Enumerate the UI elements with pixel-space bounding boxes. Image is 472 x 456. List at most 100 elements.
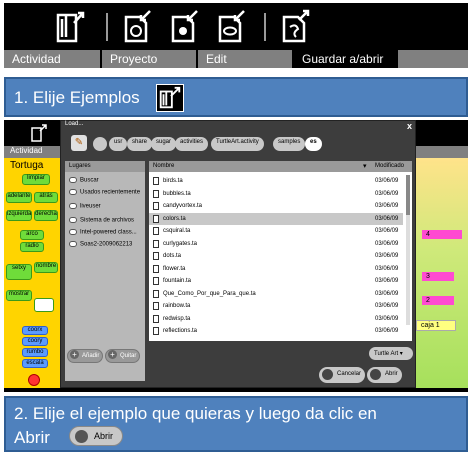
column-name[interactable]: Nombre (153, 163, 174, 169)
path-button-samples[interactable]: samples (273, 137, 306, 151)
place-soas2[interactable]: Soas2-2009062213 (69, 241, 132, 248)
path-button-sugar[interactable]: sugar (151, 137, 177, 151)
canvas-block-caja1[interactable]: caja 1 (416, 320, 456, 331)
tab-guardar-abrir[interactable]: Guardar a/abrir de (294, 50, 398, 80)
activity-toolbar: Actividad Proyecto Edit Guardar a/abrir … (4, 3, 468, 80)
file-name: reflections.ta (163, 328, 198, 334)
path-button-es[interactable]: es (305, 137, 322, 151)
tab-edit[interactable]: Edit (198, 50, 294, 68)
path-bar: ✎ usr share sugar activities TurtleArt.a… (65, 134, 409, 154)
block-setxy[interactable]: setxy (6, 264, 32, 280)
import-icon[interactable] (122, 9, 152, 43)
open-icon (370, 369, 381, 380)
edit-path-icon[interactable]: ✎ (71, 135, 87, 151)
turtle-palette: Tortuga limpiar adelante atrás izquierda… (4, 158, 60, 388)
cancel-button[interactable]: Cancelar (319, 367, 366, 383)
canvas-block-4[interactable]: 4 (422, 230, 462, 239)
place-recent[interactable]: Usados recientemente (69, 189, 140, 196)
file-row[interactable]: candyvortex.ta 03/06/09 (149, 200, 403, 212)
path-button-turtleart[interactable]: TurtleArt.activity (211, 137, 264, 151)
file-date: 03/06/09 (375, 278, 399, 284)
file-row[interactable]: colors.ta 03/06/09 (149, 212, 403, 225)
file-list-scrollbar[interactable] (406, 175, 410, 325)
mini-tab-actividad[interactable]: Actividad (10, 146, 42, 155)
block-radio[interactable]: radio (20, 242, 44, 252)
open-button[interactable]: Abrir (367, 367, 402, 383)
file-row[interactable]: flower.ta 03/06/09 (149, 263, 403, 275)
file-row[interactable]: fountain.ta 03/06/09 (149, 275, 403, 287)
file-name: bubbles.ta (163, 190, 191, 197)
tab-actividad[interactable]: Actividad (4, 50, 102, 68)
place-liveuser[interactable]: liveuser (69, 203, 101, 210)
dialog-title: Load... (65, 121, 84, 127)
close-icon[interactable]: x (407, 121, 412, 131)
palette-title: Tortuga (10, 160, 44, 171)
file-date: 03/06/09 (375, 190, 399, 197)
journal-icon[interactable] (56, 9, 86, 43)
file-name: colors.ta (163, 215, 186, 222)
block-rumbo[interactable]: rumbo (22, 348, 48, 357)
import-project-icon[interactable] (169, 9, 199, 43)
place-buscar[interactable]: Buscar (69, 177, 99, 184)
file-icon (153, 252, 159, 260)
file-row[interactable]: redwisp.ta 03/06/09 (149, 313, 403, 325)
folder-icon (69, 203, 77, 209)
column-modified[interactable]: Modificado (375, 163, 404, 169)
toolbar-tabs: Actividad Proyecto Edit Guardar a/abrir … (4, 50, 468, 80)
turtleart-screenshot: Actividad Tortuga limpiar adelante atrás… (4, 120, 468, 392)
scrollbar-thumb[interactable] (406, 175, 410, 215)
block-adelante[interactable]: adelante (6, 192, 32, 203)
load-dialog: Load... x ✎ usr share sugar activities T… (60, 120, 416, 388)
file-row[interactable]: bubbles.ta 03/06/09 (149, 188, 403, 200)
block-coory[interactable]: coory (22, 337, 48, 346)
stop-icon[interactable] (28, 374, 40, 386)
file-row[interactable]: rainbow.ta 03/06/09 (149, 300, 403, 312)
path-button-activities[interactable]: activities (175, 137, 209, 151)
file-name: curlygates.ta (163, 240, 198, 247)
block-arco[interactable]: arco (20, 230, 44, 240)
view-source-icon[interactable] (216, 9, 246, 43)
sort-arrow-icon[interactable]: ▾ (363, 162, 367, 170)
file-date: 03/06/09 (375, 203, 399, 209)
path-button-share[interactable]: share (127, 137, 153, 151)
mini-journal-icon[interactable] (30, 123, 48, 143)
step2-text-line2: Abrir (14, 428, 50, 447)
tabs-filler (398, 50, 468, 68)
block-escala[interactable]: escala (22, 359, 48, 368)
cancel-icon (322, 369, 333, 380)
block-box-slot[interactable] (34, 298, 54, 312)
block-nombre[interactable]: nombre (34, 262, 58, 273)
remove-place-button[interactable]: Quitar (105, 349, 141, 363)
file-icon (153, 327, 159, 335)
recent-icon (69, 189, 77, 195)
canvas-block-3[interactable]: 3 (422, 272, 454, 281)
block-coorx[interactable]: coorx (22, 326, 48, 335)
file-name: redwisp.ta (163, 315, 191, 322)
block-derecha[interactable]: derecha (34, 210, 58, 221)
add-place-button[interactable]: Añadir (67, 349, 104, 363)
filter-select[interactable]: Turtle Art ▾ (369, 347, 413, 360)
block-izquierda[interactable]: izquierda (6, 210, 32, 221)
file-list: Nombre ▾ Modificado birds.ta 03/06/09 bubb… (149, 161, 412, 341)
block-atras[interactable]: atrás (34, 192, 58, 203)
step2-text-line1: 2. Elije el ejemplo que quieras y luego … (14, 404, 377, 423)
save-snippet-icon[interactable] (280, 9, 310, 43)
file-row[interactable]: csquiral.ta 03/06/09 (149, 225, 403, 237)
file-row[interactable]: birds.ta 03/06/09 (149, 175, 403, 187)
file-row[interactable]: reflections.ta 03/06/09 (149, 325, 403, 337)
place-filesystem[interactable]: Sistema de archivos (69, 217, 134, 224)
block-mostrar[interactable]: mostrar (6, 290, 32, 301)
file-row[interactable]: Que_Como_Por_que_Para_que.ta 03/06/09 (149, 288, 403, 300)
canvas-block-2[interactable]: 2 (422, 296, 454, 305)
search-icon (69, 177, 77, 183)
drive-icon (69, 229, 77, 235)
path-root-button[interactable] (93, 137, 107, 151)
file-icon (153, 214, 159, 223)
path-button-usr[interactable]: usr (109, 137, 128, 151)
file-row[interactable]: dots.ta 03/06/09 (149, 250, 403, 262)
file-row[interactable]: curlygates.ta 03/06/09 (149, 238, 403, 250)
block-limpiar[interactable]: limpiar (22, 174, 50, 185)
place-intel[interactable]: Intel-powered class... (69, 229, 137, 236)
tab-proyecto[interactable]: Proyecto (102, 50, 198, 68)
drive-icon (69, 241, 77, 247)
